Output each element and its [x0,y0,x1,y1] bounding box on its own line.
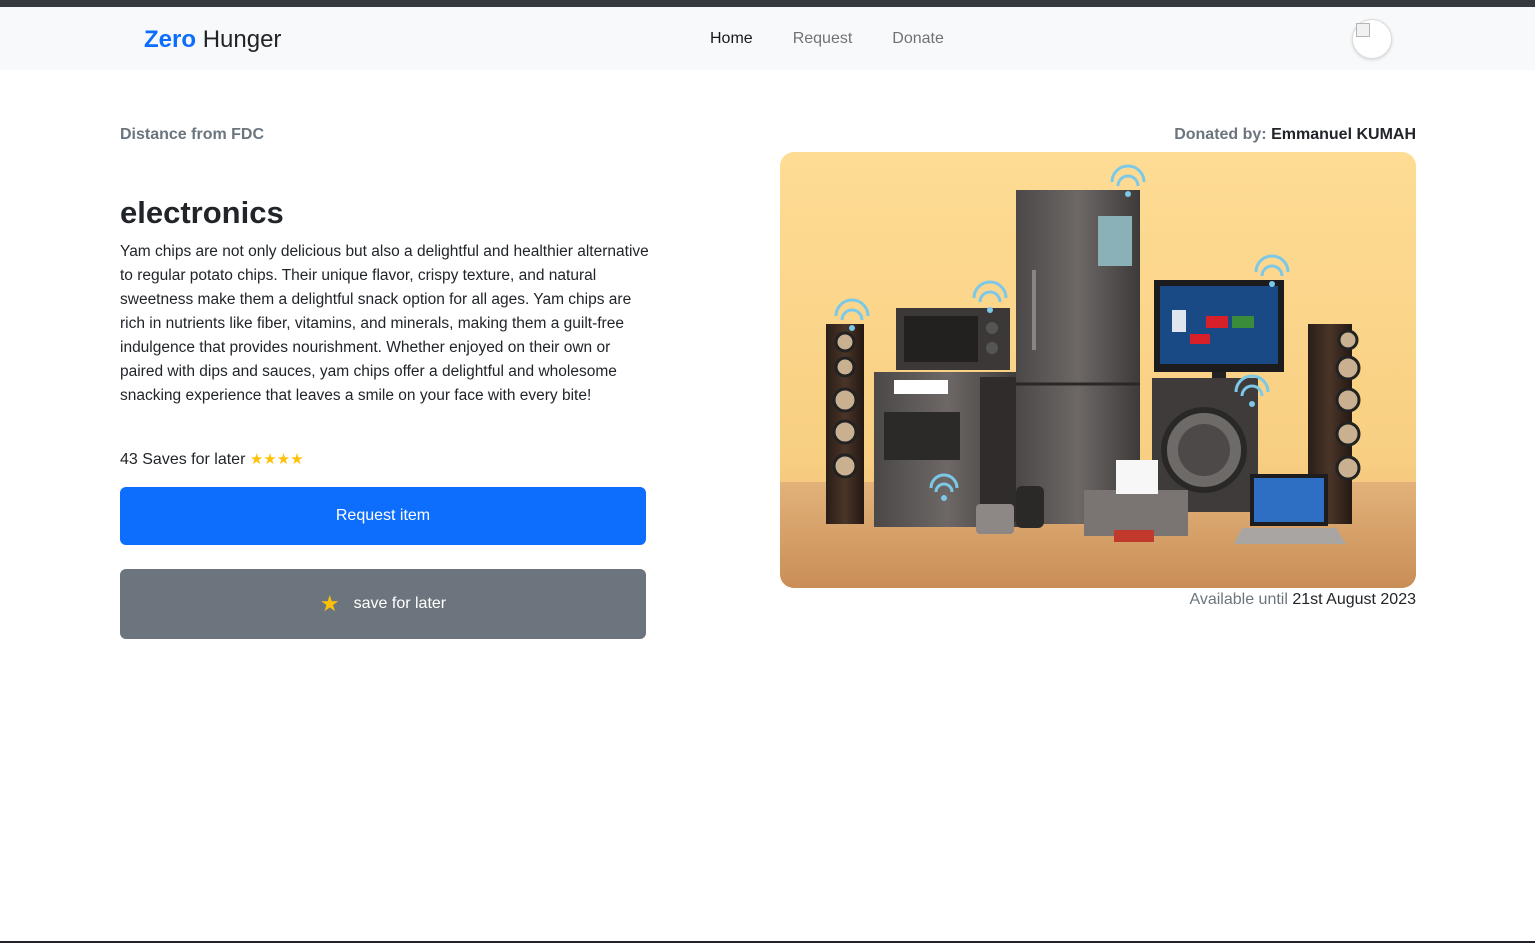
nav-link-home[interactable]: Home [700,28,763,50]
save-for-later-button[interactable]: ★ save for later [120,569,646,639]
available-date: 21st August 2023 [1292,591,1416,608]
available-label: Available until [1189,591,1288,608]
request-item-button[interactable]: Request item [120,487,646,545]
navbar: Zero Hunger Home Request Donate [0,7,1535,70]
user-avatar[interactable] [1352,19,1392,59]
star-icon: ★ [319,591,340,616]
donated-by: Donated by: Emmanuel KUMAH [1040,126,1416,144]
rating-stars-icon: ★★★★ [249,451,304,468]
saves-text: 43 Saves for later [120,451,246,468]
item-title: electronics [120,195,284,230]
item-description: Yam chips are not only delicious but als… [120,243,649,404]
nav-links: Home Request Donate [700,28,974,50]
brand-hunger-text: Hunger [202,26,282,53]
donor-name: Emmanuel KUMAH [1271,126,1416,143]
donated-by-label: Donated by: [1174,126,1267,143]
save-for-later-label: save for later [353,595,447,612]
brand-zero-text: Zero [144,26,197,53]
nav-link-request[interactable]: Request [783,28,863,50]
brand-logo[interactable]: Zero Hunger [144,25,281,55]
browser-top-strip [0,0,1535,7]
available-until: Available until 21st August 2023 [1040,591,1416,609]
distance-label: Distance from FDC [120,126,265,143]
product-image [780,152,1416,588]
request-item-label: Request item [335,507,431,524]
nav-link-donate[interactable]: Donate [882,28,954,50]
broken-image-icon [1356,23,1370,37]
saves-count: 43 Saves for later ★★★★ [120,449,304,471]
